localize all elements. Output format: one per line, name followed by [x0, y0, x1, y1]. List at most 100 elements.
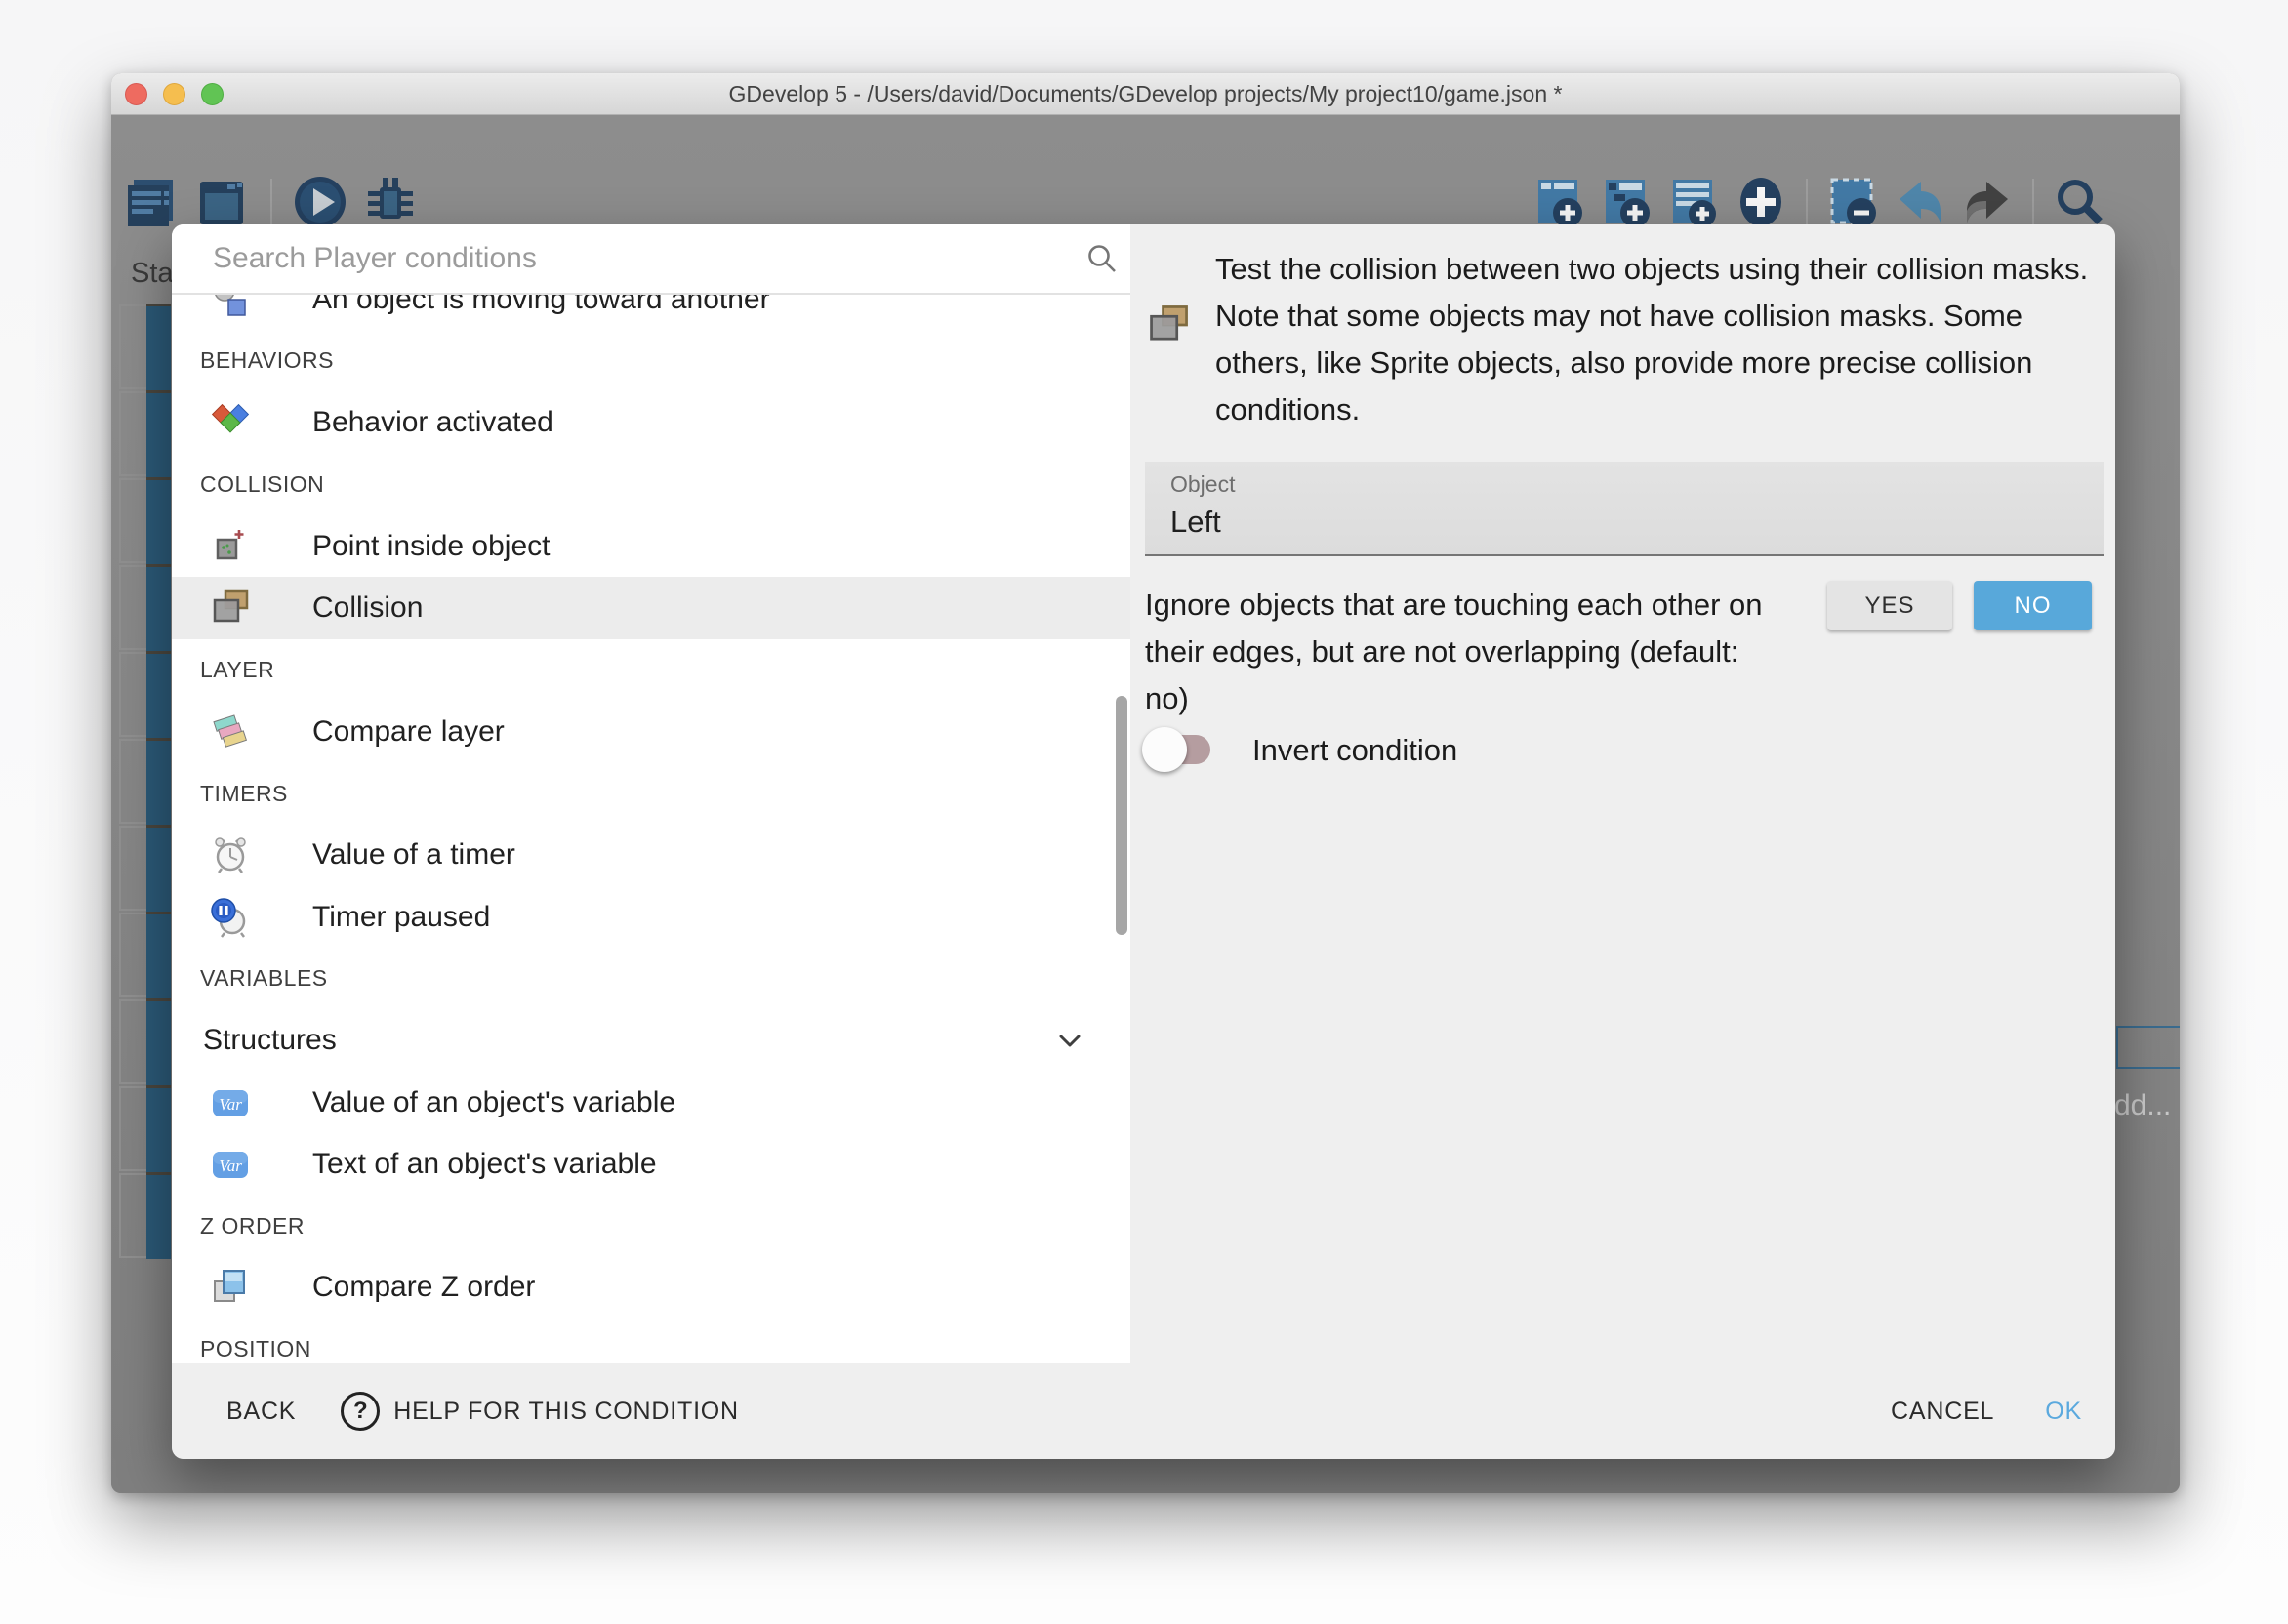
app-window: GDevelop 5 - /Users/david/Documents/GDev… [111, 73, 2180, 1493]
list-section-header: VARIABLES [172, 948, 1130, 1009]
redo-icon[interactable] [1959, 174, 2016, 230]
timer-icon [209, 833, 252, 876]
timer-paused-icon [209, 896, 252, 939]
add-action-truncated-text: dd... [2114, 1089, 2171, 1122]
condition-list: An object is moving toward anotherBEHAVI… [172, 268, 1130, 1363]
list-item-selected[interactable]: Collision [172, 577, 1130, 638]
help-circle-icon: ? [341, 1392, 380, 1431]
dialog-footer: BACK ? HELP FOR THIS CONDITION CANCEL OK [172, 1363, 2115, 1459]
event-row [119, 304, 171, 390]
variable-icon: Var [209, 1081, 252, 1124]
list-item[interactable]: Var Text of an object's variable [172, 1133, 1130, 1195]
project-manager-icon[interactable] [124, 174, 181, 230]
object-field-label: Object [1170, 471, 1235, 498]
list-group-structures[interactable]: Structures [172, 1010, 1130, 1072]
condition-description: Test the collision between two objects u… [1215, 246, 2105, 433]
invert-condition-toggle[interactable] [1150, 735, 1210, 764]
search-bar [172, 224, 1130, 295]
list-item[interactable]: Value of a timer [172, 825, 1130, 886]
event-row [119, 1085, 171, 1172]
toolbar-separator [1806, 179, 1808, 225]
list-item-label: Text of an object's variable [312, 1148, 657, 1181]
back-button[interactable]: BACK [221, 1397, 302, 1427]
ok-button[interactable]: OK [2039, 1397, 2088, 1427]
play-icon[interactable] [292, 174, 348, 230]
list-item[interactable]: Point inside object [172, 515, 1130, 577]
editor-content-dimmed: Sta dd... An object is moving toward ano… [111, 115, 2180, 1493]
list-item-label: Point inside object [312, 530, 551, 563]
behavior-icon [209, 401, 252, 444]
list-item[interactable]: Var Value of an object's variable [172, 1072, 1130, 1133]
list-section-header: LAYER [172, 639, 1130, 701]
point-inside-icon [209, 525, 252, 568]
collision-icon [1145, 302, 1192, 348]
debug-icon[interactable] [362, 174, 419, 230]
add-new-icon[interactable] [1733, 174, 1789, 230]
condition-detail-panel: Test the collision between two objects u… [1130, 224, 2115, 1459]
collision-icon [209, 587, 252, 629]
list-item-label: Compare layer [312, 715, 505, 749]
event-action-box [2116, 1026, 2180, 1069]
list-section-header: COLLISION [172, 454, 1130, 515]
events-sheet-strip [119, 304, 171, 1259]
yes-button[interactable]: YES [1827, 581, 1952, 630]
chevron-down-icon[interactable] [1054, 1026, 1085, 1057]
list-section-header: Z ORDER [172, 1195, 1130, 1256]
add-comment-icon[interactable] [1665, 174, 1722, 230]
list-item-label: Value of an object's variable [312, 1086, 675, 1119]
group-label: Structures [203, 1024, 337, 1057]
list-item-label: Collision [312, 591, 423, 625]
search-events-icon[interactable] [2051, 174, 2107, 230]
add-event-icon[interactable] [1531, 174, 1587, 230]
event-row [119, 825, 171, 912]
compare-zorder-icon [209, 1266, 252, 1309]
object-field[interactable]: Object Left [1145, 462, 2104, 556]
event-row [119, 912, 171, 998]
compare-layer-icon [209, 710, 252, 753]
ignore-edges-label: Ignore objects that are touching each ot… [1145, 582, 1779, 722]
list-item-label: Timer paused [312, 901, 490, 934]
event-row [119, 564, 171, 651]
svg-text:Var: Var [219, 1157, 242, 1175]
toolbar-left [124, 174, 419, 230]
list-item-label: Value of a timer [312, 838, 515, 872]
help-button[interactable]: ? HELP FOR THIS CONDITION [341, 1392, 739, 1431]
no-button[interactable]: NO [1974, 581, 2092, 630]
list-item[interactable]: Behavior activated [172, 392, 1130, 454]
list-section-header: POSITION [172, 1319, 1130, 1363]
list-item-label: Behavior activated [312, 406, 553, 439]
search-input[interactable] [211, 234, 1054, 283]
invert-condition-label: Invert condition [1252, 733, 1457, 768]
toolbar-separator [270, 179, 272, 225]
event-row [119, 998, 171, 1085]
event-row [119, 390, 171, 477]
svg-text:Var: Var [219, 1095, 242, 1114]
delete-event-icon[interactable] [1824, 174, 1881, 230]
list-item[interactable]: Compare Z order [172, 1257, 1130, 1319]
help-button-label: HELP FOR THIS CONDITION [393, 1398, 739, 1426]
scene-editor-icon[interactable] [194, 174, 251, 230]
event-row [119, 1172, 171, 1259]
undo-icon[interactable] [1892, 174, 1948, 230]
list-item[interactable]: Timer paused [172, 886, 1130, 948]
list-section-header: BEHAVIORS [172, 330, 1130, 391]
add-subevent-icon[interactable] [1598, 174, 1655, 230]
condition-list-panel: An object is moving toward anotherBEHAVI… [172, 224, 1130, 1363]
event-row [119, 651, 171, 738]
list-item-label: Compare Z order [312, 1271, 535, 1304]
event-row [119, 477, 171, 564]
object-field-value: Left [1170, 505, 1221, 540]
list-item[interactable]: Compare layer [172, 701, 1130, 762]
search-icon [1085, 242, 1119, 275]
toggle-knob [1142, 727, 1187, 772]
cancel-button[interactable]: CANCEL [1885, 1397, 2000, 1427]
window-title: GDevelop 5 - /Users/david/Documents/GDev… [111, 81, 2180, 107]
toolbar-right [1531, 174, 2107, 230]
titlebar: GDevelop 5 - /Users/david/Documents/GDev… [111, 73, 2180, 115]
list-section-header: TIMERS [172, 762, 1130, 824]
list-scrollbar[interactable] [1116, 696, 1127, 935]
variable-icon: Var [209, 1143, 252, 1186]
event-row [119, 738, 171, 825]
toolbar-separator [2032, 179, 2034, 225]
condition-editor-dialog: An object is moving toward anotherBEHAVI… [172, 224, 2115, 1459]
